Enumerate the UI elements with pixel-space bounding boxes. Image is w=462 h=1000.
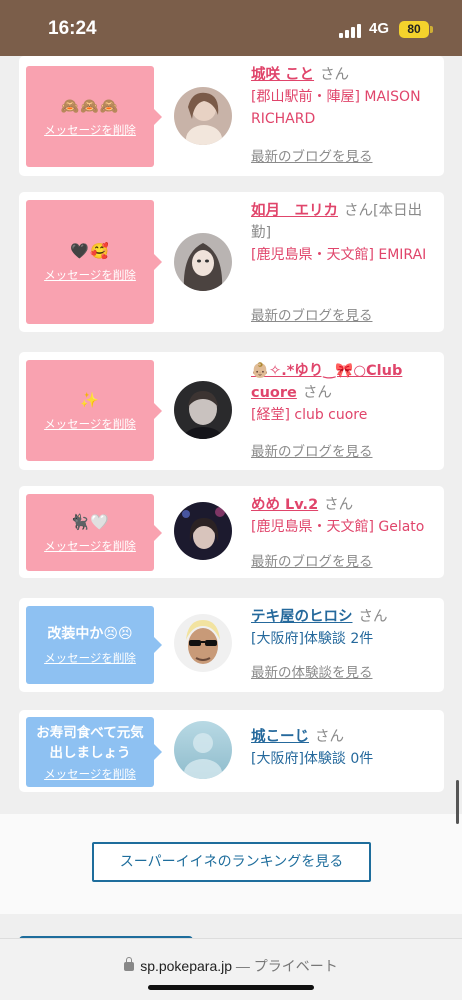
avatar-photo-icon: [174, 381, 232, 439]
avatar-photo-icon: [174, 614, 232, 672]
delete-message-link[interactable]: メッセージを削除: [44, 538, 136, 554]
message-text: 🖤🥰: [70, 242, 110, 260]
message-text: お寿司食べて元気出しましょう: [36, 724, 144, 761]
delete-message-link[interactable]: メッセージを削除: [44, 416, 136, 432]
cast-name-link[interactable]: テキ屋のヒロシ: [251, 609, 353, 625]
cast-info: 城こーじ さん [大阪府]体験談 0件: [251, 726, 439, 770]
message-card: 改装中か😣😣 メッセージを削除 テキ屋のヒロシ さん [大阪府]体験談 2件 最新…: [19, 598, 444, 692]
privacy-label: — プライベート: [235, 958, 338, 974]
lock-icon: [124, 957, 135, 971]
message-card: 🙈🙈🙈 メッセージを削除 城咲 こと さん [郡山駅前・陣屋] MAISON RI…: [19, 56, 444, 176]
page-content: 🙈🙈🙈 メッセージを削除 城咲 こと さん [郡山駅前・陣屋] MAISON RI…: [0, 56, 462, 976]
message-bubble: 🖤🥰 メッセージを削除: [26, 200, 162, 324]
avatar[interactable]: [174, 233, 232, 291]
no-photo-icon: [174, 721, 232, 779]
signal-icon: [339, 22, 363, 38]
cast-name-link[interactable]: めめ Lv.2: [251, 497, 318, 513]
review-count: [大阪府]体験談 0件: [251, 751, 374, 767]
url-text: sp.pokepara.jp: [140, 958, 233, 974]
avatar[interactable]: [174, 381, 232, 439]
cast-name-link[interactable]: 城こーじ: [251, 729, 309, 745]
delete-message-link[interactable]: メッセージを削除: [44, 122, 136, 138]
battery-icon: 80: [399, 21, 429, 38]
avatar[interactable]: [174, 87, 232, 145]
latest-blog-link[interactable]: 最新のブログを見る: [251, 145, 373, 165]
message-bubble: 🐈‍⬛🤍 メッセージを削除: [26, 494, 162, 571]
cast-name-link[interactable]: 如月 エリカ: [251, 203, 338, 219]
cast-info: 如月 エリカ さん[本日出勤] [鹿児島県・天文館] EMIRAI: [251, 200, 439, 266]
delete-message-link[interactable]: メッセージを削除: [44, 650, 136, 666]
review-count: [大阪府]体験談 2件: [251, 631, 374, 647]
cast-info: テキ屋のヒロシ さん [大阪府]体験談 2件: [251, 606, 439, 650]
shop-info: [経堂] club cuore: [251, 407, 368, 423]
honorific: さん: [302, 385, 332, 401]
scrollbar[interactable]: [456, 780, 459, 824]
message-bubble: 改装中か😣😣 メッセージを削除: [26, 606, 162, 684]
battery-tip: [430, 26, 433, 33]
url-display[interactable]: sp.pokepara.jp — プライベート: [0, 956, 462, 976]
cast-info: 👶🏼✧.*ゆり‿🎀○Club cuore さん [経堂] club cuore: [251, 360, 439, 426]
avatar[interactable]: [174, 502, 232, 560]
delete-message-link[interactable]: メッセージを削除: [44, 766, 136, 782]
message-card: ✨ メッセージを削除 👶🏼✧.*ゆり‿🎀○Club cuore さん [経堂] c…: [19, 352, 444, 470]
message-card: 🖤🥰 メッセージを削除 如月 エリカ さん[本日出勤] [鹿児島県・天文館] EM…: [19, 192, 444, 332]
super-iine-ranking-button[interactable]: スーパーイイネのランキングを見る: [92, 842, 371, 882]
shop-info: [郡山駅前・陣屋] MAISON RICHARD: [251, 89, 421, 127]
honorific: さん: [320, 67, 350, 83]
honorific: さん: [315, 729, 344, 745]
message-text: 🙈🙈🙈: [60, 96, 120, 115]
avatar[interactable]: [174, 721, 232, 779]
avatar-photo-icon: [174, 502, 232, 560]
avatar-photo-icon: [174, 233, 232, 291]
browser-address-bar[interactable]: sp.pokepara.jp — プライベート: [0, 938, 462, 1000]
latest-blog-link[interactable]: 最新のブログを見る: [251, 440, 373, 460]
honorific: さん: [324, 497, 354, 513]
latest-blog-link[interactable]: 最新のブログを見る: [251, 304, 373, 324]
home-indicator[interactable]: [148, 985, 314, 990]
shop-info: [鹿児島県・天文館] Gelato: [251, 519, 425, 535]
message-text: 🐈‍⬛🤍: [70, 512, 110, 531]
message-bubble: ✨ メッセージを削除: [26, 360, 162, 461]
cast-name-link[interactable]: 城咲 こと: [251, 67, 314, 83]
message-text: 改装中か😣😣: [47, 626, 133, 642]
avatar-photo-icon: [174, 87, 232, 145]
status-bar: 16:24 4G 80: [0, 0, 462, 56]
shop-info: [鹿児島県・天文館] EMIRAI: [251, 247, 427, 263]
cast-info: 城咲 こと さん [郡山駅前・陣屋] MAISON RICHARD: [251, 64, 439, 130]
message-text: ✨: [80, 390, 100, 409]
message-bubble: お寿司食べて元気出しましょう メッセージを削除: [26, 717, 162, 787]
message-bubble: 🙈🙈🙈 メッセージを削除: [26, 66, 162, 167]
avatar[interactable]: [174, 614, 232, 672]
honorific: さん: [358, 609, 388, 625]
latest-blog-link[interactable]: 最新のブログを見る: [251, 550, 373, 570]
message-card: 🐈‍⬛🤍 メッセージを削除 めめ Lv.2 さん [鹿児島県・天文館] Gelat…: [19, 486, 444, 578]
network-type: 4G: [369, 20, 390, 37]
latest-review-link[interactable]: 最新の体験談を見る: [251, 661, 373, 681]
message-card: お寿司食べて元気出しましょう メッセージを削除 城こーじ さん [大阪府]体験談 …: [19, 710, 444, 792]
clock: 16:24: [48, 18, 97, 39]
delete-message-link[interactable]: メッセージを削除: [44, 267, 136, 283]
cast-info: めめ Lv.2 さん [鹿児島県・天文館] Gelato: [251, 494, 439, 538]
